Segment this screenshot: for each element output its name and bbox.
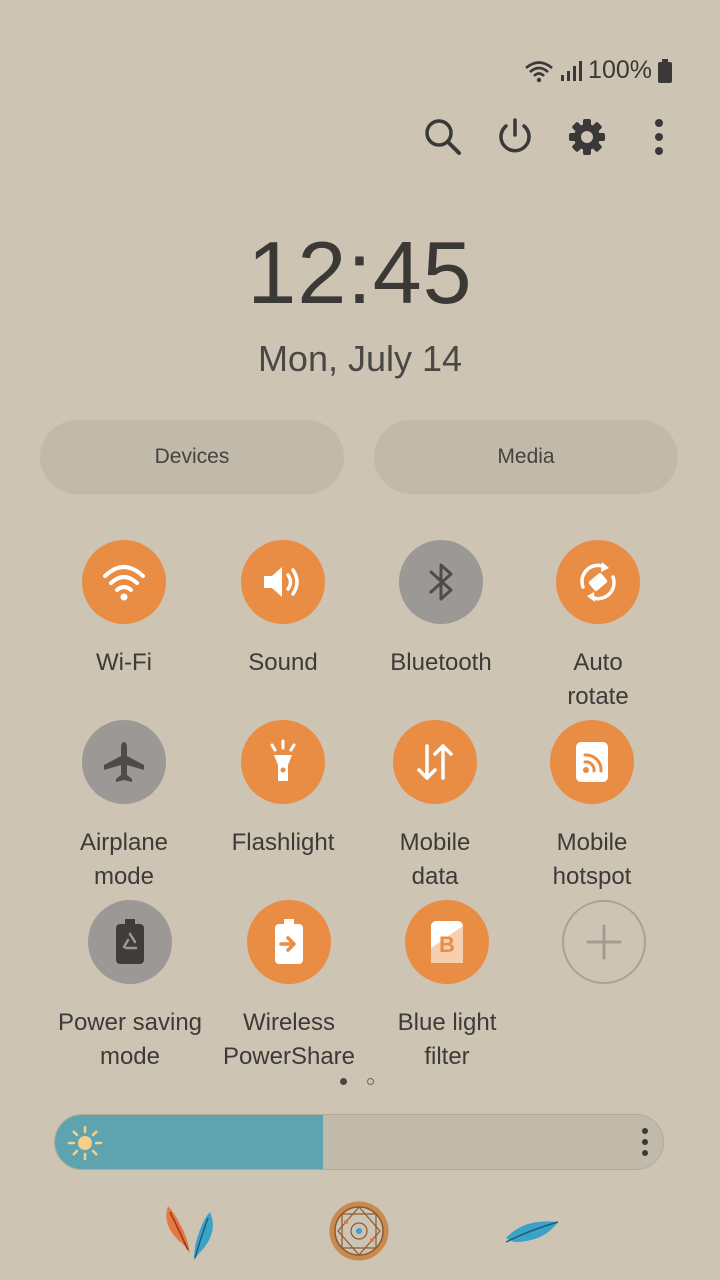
- clock-date[interactable]: Mon, July 14: [0, 338, 720, 380]
- tile-label: Mobile data: [399, 829, 471, 890]
- search-icon: [425, 119, 461, 155]
- feather-icon: [505, 1221, 559, 1243]
- feathers-icon: [166, 1206, 213, 1260]
- power-button[interactable]: [490, 112, 540, 162]
- tile-bluetooth-circle[interactable]: [399, 540, 483, 624]
- power-saving-icon: [116, 919, 144, 964]
- dreamcatcher-icon: [329, 1201, 389, 1261]
- mobile-data-icon: [417, 744, 453, 780]
- powershare-icon: [275, 919, 303, 964]
- tile-mobile-hotspot-circle[interactable]: [550, 720, 634, 804]
- more-icon: [655, 119, 663, 155]
- wifi-icon: [525, 60, 553, 82]
- speaker-icon: [264, 567, 299, 597]
- tile-mobile-data-circle[interactable]: [393, 720, 477, 804]
- blue-light-icon: B: [431, 921, 463, 963]
- page-dot-active[interactable]: [340, 1078, 347, 1085]
- tile-label: Power saving mode: [57, 1009, 203, 1070]
- tile-power-saving-mode[interactable]: Power saving mode: [45, 900, 215, 1074]
- tile-wifi[interactable]: Wi-Fi: [39, 540, 209, 680]
- hotspot-icon: [576, 742, 608, 782]
- tile-mobile-data[interactable]: Mobile data: [350, 720, 520, 894]
- tile-label: Auto rotate: [567, 649, 629, 710]
- tile-wireless-powershare-circle[interactable]: [247, 900, 331, 984]
- tile-label: Wi-Fi: [96, 649, 152, 676]
- status-bar: 100%: [524, 56, 672, 85]
- tile-wireless-powershare[interactable]: Wireless PowerShare: [204, 900, 374, 1074]
- tile-auto-rotate-circle[interactable]: [556, 540, 640, 624]
- more-options-button[interactable]: [634, 112, 684, 162]
- page-dot[interactable]: [367, 1078, 374, 1085]
- tile-blue-light-filter-circle[interactable]: B: [405, 900, 489, 984]
- tile-label: Blue light filter: [397, 1009, 497, 1070]
- tile-bluetooth[interactable]: Bluetooth: [356, 540, 526, 680]
- tile-blue-light-filter[interactable]: B Blue light filter: [362, 900, 532, 1074]
- sun-icon: [67, 1125, 103, 1161]
- clock-time[interactable]: 12:45: [0, 222, 720, 324]
- airplane-icon: [104, 742, 144, 782]
- battery-icon: [658, 58, 672, 83]
- tile-add[interactable]: [519, 900, 689, 984]
- tile-power-saving-mode-circle[interactable]: [88, 900, 172, 984]
- devices-button[interactable]: Devices: [40, 420, 344, 494]
- tile-sound-circle[interactable]: [241, 540, 325, 624]
- tile-flashlight-circle[interactable]: [241, 720, 325, 804]
- tile-airplane-mode[interactable]: Airplane mode: [39, 720, 209, 894]
- quick-panel-toolbar: [418, 112, 684, 162]
- tile-auto-rotate[interactable]: Auto rotate: [513, 540, 683, 714]
- tile-label: Wireless PowerShare: [222, 1009, 356, 1070]
- tile-label: Flashlight: [231, 829, 335, 856]
- tile-wifi-circle[interactable]: [82, 540, 166, 624]
- tile-sound[interactable]: Sound: [198, 540, 368, 680]
- tile-label: Sound: [248, 649, 318, 676]
- search-button[interactable]: [418, 112, 468, 162]
- svg-text:B: B: [439, 932, 455, 957]
- tile-label: Bluetooth: [390, 649, 492, 676]
- signal-icon: [561, 60, 583, 81]
- flashlight-icon: [270, 739, 296, 781]
- brightness-slider[interactable]: [54, 1114, 664, 1170]
- tile-label: Mobile hotspot: [552, 829, 632, 890]
- tile-mobile-hotspot[interactable]: Mobile hotspot: [507, 720, 677, 894]
- brightness-more-icon[interactable]: [641, 1127, 649, 1157]
- wifi-icon: [103, 565, 145, 601]
- settings-icon: [569, 119, 605, 155]
- tile-flashlight[interactable]: Flashlight: [198, 720, 368, 860]
- add-tile-button[interactable]: [562, 900, 646, 984]
- settings-button[interactable]: [562, 112, 612, 162]
- battery-percent: 100%: [588, 56, 652, 84]
- page-indicator[interactable]: [340, 1078, 374, 1085]
- bluetooth-icon: [429, 563, 453, 601]
- power-icon: [499, 118, 531, 153]
- plus-icon: [586, 924, 622, 960]
- rotate-icon: [580, 562, 616, 602]
- tile-airplane-mode-circle[interactable]: [82, 720, 166, 804]
- tile-label: Airplane mode: [79, 829, 169, 890]
- media-button[interactable]: Media: [374, 420, 678, 494]
